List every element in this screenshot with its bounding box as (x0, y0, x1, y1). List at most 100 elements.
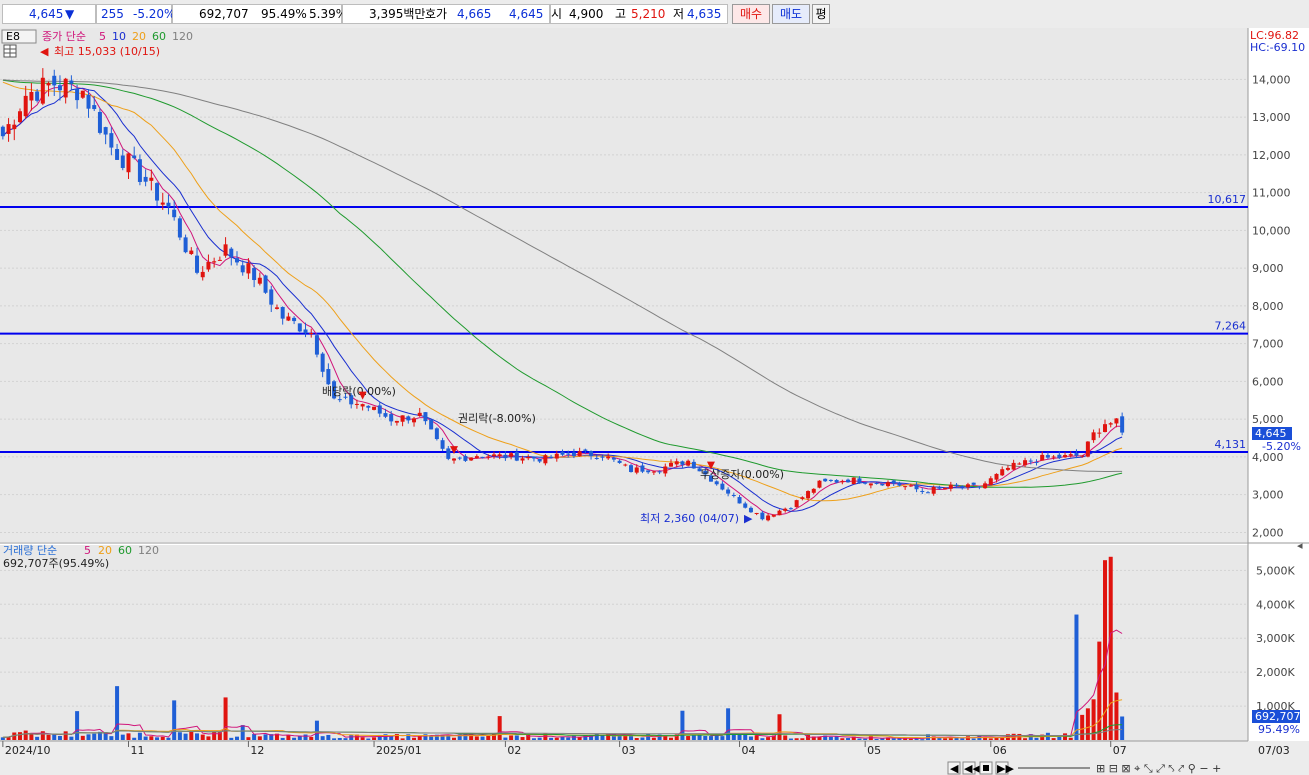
sell-button[interactable]: 매도 (772, 4, 810, 24)
panel-resize-icon[interactable]: ◂ (1297, 539, 1303, 552)
volume-bar (1097, 641, 1102, 740)
volume-bar (149, 736, 154, 740)
candle-body (566, 453, 571, 455)
candle-body (571, 452, 576, 457)
price-tick-label: 7,000 (1252, 338, 1284, 351)
volume-value: 692,707 (199, 7, 249, 21)
current-price-tag-text: 4,645 (1255, 427, 1287, 440)
candle-body (1091, 432, 1096, 441)
price-tick-label: 9,000 (1252, 262, 1284, 275)
volume-bar (400, 738, 405, 740)
candle-body (1011, 462, 1016, 470)
candle-body (846, 479, 851, 483)
scroll-first-icon: ◀◀ (964, 762, 981, 775)
volume-bar (800, 738, 805, 740)
amount-cell: 3,395백만 호가 4,665 4,645 (342, 4, 550, 24)
candle-body (274, 307, 279, 309)
candle-body (1114, 418, 1119, 424)
tool-icons[interactable]: ⊞ ⊟ ⊠ ⌖ ⤡ ⤢ ⤣ ⤤ ⚲ − + (1096, 762, 1221, 775)
candle-body (891, 480, 896, 484)
date-tick-label: 05 (867, 744, 881, 757)
candle-body (897, 483, 902, 486)
candle-body (1023, 460, 1028, 466)
candle-body (834, 480, 839, 483)
price-tick-label: 6,000 (1252, 375, 1284, 388)
volume-bar (566, 737, 571, 740)
volume-bar (177, 732, 182, 740)
reference-line-label: 7,264 (1215, 320, 1247, 333)
candle-body (35, 91, 40, 101)
candle-body (1045, 455, 1050, 458)
candle-body (177, 218, 182, 238)
candle-body (223, 244, 228, 256)
candle-body (457, 457, 462, 459)
candle-body (1057, 454, 1062, 459)
volume-bar (783, 735, 788, 740)
candle-body (1017, 463, 1022, 465)
volume-bar (417, 736, 422, 740)
date-tick-label: 12 (250, 744, 264, 757)
open-price: 4,900 (569, 7, 604, 21)
candle-body (960, 485, 965, 488)
candle-body (811, 488, 816, 493)
price-tick-label: 12,000 (1252, 149, 1291, 162)
candle-body (69, 80, 74, 84)
candle-body (680, 461, 685, 465)
price-tick-label: 2,000 (1252, 526, 1284, 539)
ma10-legend: 10 (112, 30, 126, 43)
volume-bar (206, 736, 211, 740)
candle-body (925, 492, 930, 494)
candle-body (292, 317, 297, 322)
change-cell: 255 -5.20% (96, 4, 175, 24)
candle-body (252, 268, 257, 281)
volume-bar (360, 737, 365, 740)
candle-body (155, 183, 160, 201)
candle-body (874, 482, 879, 484)
stop-icon (983, 765, 989, 771)
candle-body (195, 255, 200, 273)
volume-bar (686, 736, 691, 740)
volume-bar (1034, 737, 1039, 740)
candle-body (594, 457, 599, 459)
candle-body (943, 487, 948, 490)
buy-button[interactable]: 매수 (732, 4, 770, 24)
date-tick-label: 06 (993, 744, 1007, 757)
volume-bar (531, 738, 536, 740)
stock-chart: 10,6177,2644,131 2,0003,0004,0005,0006,0… (0, 28, 1309, 775)
volume-bar (337, 737, 342, 740)
volume-bar (86, 734, 91, 740)
volume-bar (1051, 738, 1056, 740)
volume-bar (697, 734, 702, 740)
candle-body (771, 514, 776, 517)
volume-bar (17, 732, 22, 740)
candle-body (954, 484, 959, 487)
volume-cell: 692,707 95.49% 5.39% (172, 4, 347, 24)
volume-bar (372, 737, 377, 740)
volume-bar (988, 738, 993, 740)
volume-bar (537, 737, 542, 740)
candle-body (474, 456, 479, 459)
candle-body (531, 456, 536, 459)
price-tick-label: 13,000 (1252, 111, 1291, 124)
volume-bar (57, 735, 62, 740)
volume-bar (223, 697, 228, 740)
volume-bar (80, 735, 85, 740)
candle-body (691, 461, 696, 469)
ma60-legend: 60 (152, 30, 166, 43)
candle-body (229, 248, 234, 258)
candle-body (0, 126, 5, 137)
candle-body (806, 491, 811, 499)
price-tick-label: 11,000 (1252, 187, 1291, 200)
candle-body (40, 77, 45, 104)
volume-bar (1080, 714, 1085, 740)
candle-body (115, 149, 120, 160)
candle-body (937, 487, 942, 489)
volume-bar (994, 737, 999, 740)
volume-bar (937, 737, 942, 740)
volume-bar (960, 738, 965, 740)
average-button[interactable]: 평 (812, 4, 830, 24)
ma20-legend: 20 (132, 30, 146, 43)
candle-body (337, 399, 342, 401)
candle-body (109, 133, 114, 148)
volume-bar (69, 736, 74, 740)
